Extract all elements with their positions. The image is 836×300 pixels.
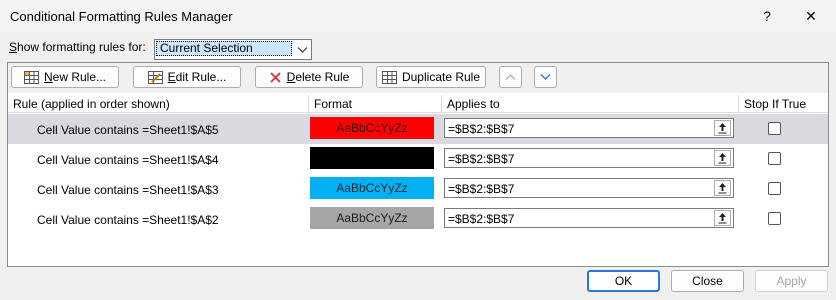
stop-if-true-checkbox[interactable] [768,182,781,195]
rule-row[interactable]: Cell Value contains =Sheet1!$A$3 AaBbCcYy… [8,174,828,204]
rule-description: Cell Value contains =Sheet1!$A$3 [37,183,219,197]
rule-row[interactable]: Cell Value contains =Sheet1!$A$2 AaBbCcYy… [8,204,828,234]
edit-rule-label: Edit Rule... [167,70,227,84]
applies-to-field[interactable]: =$B$2:$B$7 [444,178,734,198]
collapse-dialog-icon [718,213,727,224]
edit-rule-icon [147,70,163,84]
help-button[interactable]: ? [750,4,784,28]
rule-row[interactable]: Cell Value contains =Sheet1!$A$4 =$B$2:$B… [8,144,828,174]
duplicate-rule-button[interactable]: Duplicate Rule [376,66,486,88]
duplicate-rule-label: Duplicate Rule [401,70,481,84]
delete-rule-button[interactable]: Delete Rule [255,66,363,88]
applies-to-value: =$B$2:$B$7 [448,122,515,136]
move-down-button[interactable] [534,66,557,88]
collapse-range-button[interactable] [714,180,731,196]
close-button[interactable]: Close [671,270,744,292]
format-preview [310,147,434,169]
new-rule-icon [23,70,39,84]
stop-if-true-checkbox[interactable] [768,212,781,225]
format-preview: AaBbCcYyZz [310,207,434,229]
collapse-range-button[interactable] [714,120,731,136]
delete-icon [270,71,281,83]
show-rules-label: Show formatting rules for: [9,40,146,54]
column-header-format[interactable]: Format [309,95,442,113]
move-up-button[interactable] [499,66,522,88]
collapse-range-button[interactable] [714,210,731,226]
move-down-icon [540,74,551,80]
stop-if-true-checkbox[interactable] [768,122,781,135]
show-rules-selected: Current Selection [156,41,292,56]
new-rule-button[interactable]: New Rule... [11,66,119,88]
applies-to-field[interactable]: =$B$2:$B$7 [444,118,734,138]
column-header-stop-if-true[interactable]: Stop If True [739,95,828,113]
format-preview: AaBbCcYyZz [310,177,434,199]
duplicate-rule-icon [381,70,397,84]
column-header-rule[interactable]: Rule (applied in order shown) [8,95,309,113]
new-rule-label: New Rule... [43,70,107,84]
rule-row[interactable]: Cell Value contains =Sheet1!$A$5 AaBbCcYy… [8,114,828,144]
rules-panel: New Rule... Edit Rule... Delete Rule Dup… [7,62,829,267]
delete-rule-label: Delete Rule [286,70,350,84]
applies-to-value: =$B$2:$B$7 [448,212,515,226]
collapse-range-button[interactable] [714,150,731,166]
window-title: Conditional Formatting Rules Manager [10,9,233,24]
applies-to-value: =$B$2:$B$7 [448,182,515,196]
show-rules-dropdown[interactable]: Current Selection [154,39,312,60]
collapse-dialog-icon [718,123,727,134]
applies-to-field[interactable]: =$B$2:$B$7 [444,148,734,168]
rule-description: Cell Value contains =Sheet1!$A$5 [37,123,219,137]
collapse-dialog-icon [718,153,727,164]
rule-description: Cell Value contains =Sheet1!$A$2 [37,213,219,227]
format-preview: AaBbCcYyZz [310,117,434,139]
apply-button[interactable]: Apply [755,270,828,292]
rule-description: Cell Value contains =Sheet1!$A$4 [37,153,219,167]
rules-toolbar: New Rule... Edit Rule... Delete Rule Dup… [8,63,828,93]
collapse-dialog-icon [718,183,727,194]
close-window-button[interactable]: ✕ [794,4,828,28]
applies-to-field[interactable]: =$B$2:$B$7 [444,208,734,228]
ok-button[interactable]: OK [587,270,660,292]
column-header-applies-to[interactable]: Applies to [442,95,739,113]
move-up-icon [505,74,516,80]
applies-to-value: =$B$2:$B$7 [448,152,515,166]
chevron-down-icon [297,47,308,53]
title-bar: Conditional Formatting Rules Manager ? ✕ [0,0,836,32]
edit-rule-button[interactable]: Edit Rule... [133,66,241,88]
stop-if-true-checkbox[interactable] [768,152,781,165]
